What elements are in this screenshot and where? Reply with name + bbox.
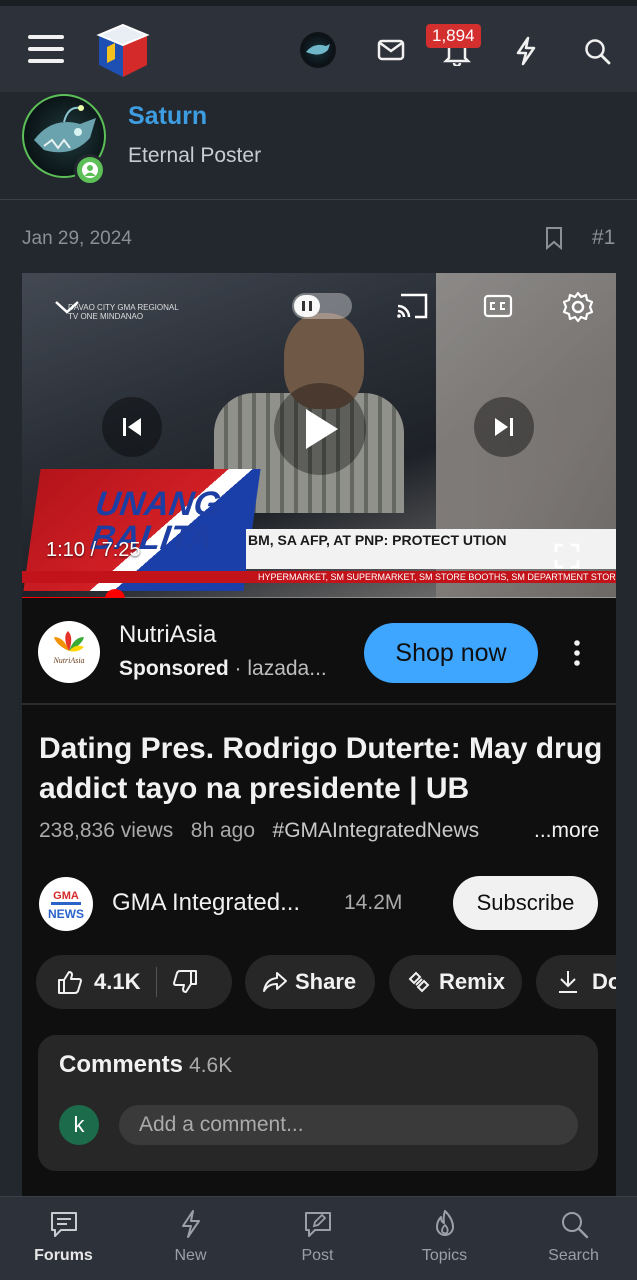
shop-now-button[interactable]: Shop now (364, 623, 538, 683)
like-divider (156, 967, 158, 997)
nav-topics[interactable]: Topics (381, 1197, 508, 1280)
forums-icon (47, 1207, 81, 1241)
online-status-icon (74, 154, 106, 186)
settings-gear-icon[interactable] (560, 289, 596, 325)
download-label: Do (592, 969, 616, 994)
search-icon[interactable] (580, 32, 614, 70)
remix-label: Remix (439, 969, 506, 994)
mail-icon[interactable] (374, 34, 408, 66)
autoplay-toggle[interactable] (292, 293, 352, 319)
bookmark-icon[interactable] (544, 226, 566, 252)
sponsored-label: Sponsored (119, 657, 229, 680)
site-logo[interactable] (92, 20, 154, 82)
previous-icon[interactable] (102, 397, 162, 457)
video-time: 1:10 / 7:25 (46, 539, 141, 561)
next-icon[interactable] (474, 397, 534, 457)
remix-icon (405, 968, 433, 996)
ad-subtitle: Sponsored · lazada... (119, 657, 327, 681)
video-player[interactable]: DAVAO CITY GMA REGIONAL TV ONE MINDANAO … (22, 273, 616, 598)
author-title: Eternal Poster (128, 144, 262, 167)
post-meta: Jan 29, 2024 #1 (0, 200, 637, 272)
share-icon (261, 968, 289, 996)
like-dislike-group: 4.1K (36, 955, 232, 1009)
post-date[interactable]: Jan 29, 2024 (22, 228, 132, 250)
top-app-bar: 1,894 (0, 6, 637, 92)
nav-search[interactable]: Search (510, 1197, 637, 1280)
fullscreen-icon[interactable] (552, 541, 582, 571)
chevron-down-icon[interactable] (52, 295, 82, 319)
video-progress-bar[interactable] (22, 589, 616, 598)
download-button[interactable]: Do (536, 955, 616, 1009)
thumbs-down-icon[interactable] (171, 968, 199, 996)
svg-text:GMA: GMA (53, 890, 79, 902)
more-link[interactable]: ...more (520, 819, 600, 843)
user-avatar[interactable] (300, 32, 336, 68)
video-title[interactable]: Dating Pres. Rodrigo Duterte: May drug a… (39, 729, 609, 809)
post-icon (301, 1207, 335, 1241)
play-icon[interactable] (274, 383, 366, 475)
nav-forums[interactable]: Forums (0, 1197, 127, 1280)
search-icon (557, 1207, 591, 1241)
comment-input[interactable]: Add a comment... (119, 1105, 578, 1145)
comments-panel[interactable]: Comments 4.6K k Add a comment... (38, 1035, 598, 1171)
subscribe-button[interactable]: Subscribe (453, 876, 598, 930)
download-icon (554, 968, 582, 996)
bottom-navigation: Forums New Post Topics Search (0, 1196, 637, 1280)
view-count: 238,836 views (39, 819, 174, 842)
nav-post[interactable]: Post (254, 1197, 381, 1280)
fire-icon (428, 1207, 462, 1241)
subscriber-count: 14.2M (344, 891, 403, 914)
nav-label: New (174, 1247, 207, 1264)
ad-domain: · lazada... (228, 657, 327, 680)
like-count[interactable]: 4.1K (94, 969, 140, 995)
video-meta: 238,836 views 8h ago #GMAIntegratedNews (39, 819, 599, 843)
hashtag-link[interactable]: #GMAIntegratedNews (273, 819, 480, 842)
video-ticker-strip-text: HYPERMARKET, SM SUPERMARKET, SM STORE BO… (258, 572, 616, 582)
nav-label: Post (301, 1247, 334, 1264)
channel-name[interactable]: GMA Integrated... (112, 889, 300, 917)
comments-heading: Comments 4.6K (59, 1051, 232, 1079)
channel-avatar[interactable]: GMA NEWS (39, 877, 93, 931)
more-vertical-icon[interactable] (562, 635, 592, 671)
video-ticker-text: BM, SA AFP, AT PNP: PROTECT UTION (248, 532, 507, 548)
menu-icon[interactable] (24, 30, 68, 68)
youtube-embed: DAVAO CITY GMA REGIONAL TV ONE MINDANAO … (22, 273, 616, 1198)
post-number[interactable]: #1 (592, 226, 615, 250)
video-progress-fill (22, 597, 115, 598)
upload-age: 8h ago (190, 819, 256, 842)
comments-count: 4.6K (189, 1054, 233, 1077)
video-station-label: DAVAO CITY GMA REGIONAL TV ONE MINDANAO (68, 303, 179, 321)
commenter-avatar: k (59, 1105, 99, 1145)
bolt-icon (174, 1207, 208, 1241)
svg-text:NutriAsia: NutriAsia (52, 656, 84, 665)
nav-label: Search (548, 1247, 599, 1264)
author-username[interactable]: Saturn (128, 102, 207, 131)
remix-button[interactable]: Remix (389, 955, 522, 1009)
nav-new[interactable]: New (127, 1197, 254, 1280)
svg-text:NEWS: NEWS (48, 907, 84, 921)
cast-icon[interactable] (394, 291, 430, 321)
share-button[interactable]: Share (245, 955, 375, 1009)
nav-label: Forums (34, 1247, 93, 1264)
video-ticker-strip: HYPERMARKET, SM SUPERMARKET, SM STORE BO… (22, 571, 616, 583)
share-label: Share (295, 969, 357, 994)
comments-label: Comments (59, 1051, 184, 1078)
nav-label: Topics (421, 1247, 468, 1264)
post-author: Saturn Eternal Poster (0, 92, 637, 200)
advertiser-logo: NutriAsia (38, 621, 100, 683)
notification-badge: 1,894 (426, 24, 481, 48)
sponsored-ad[interactable]: NutriAsia NutriAsia Sponsored · lazada..… (22, 601, 616, 705)
thumbs-up-icon[interactable] (56, 968, 84, 996)
bolt-icon[interactable] (510, 32, 542, 70)
advertiser-name: NutriAsia (119, 621, 217, 648)
captions-icon[interactable] (482, 293, 514, 319)
